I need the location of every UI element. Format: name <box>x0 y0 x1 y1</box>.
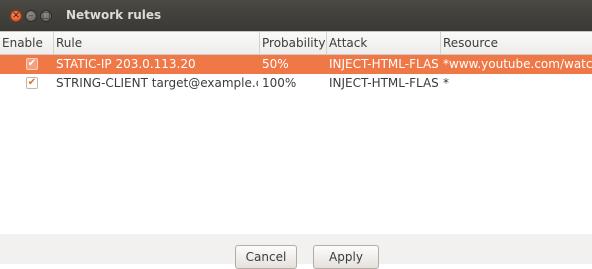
table-row[interactable]: ✔ STATIC-IP 203.0.113.20 50% INJECT-HTML… <box>0 55 592 74</box>
probability-cell: 50% <box>262 57 289 71</box>
enable-checkbox[interactable]: ✔ <box>26 77 38 89</box>
button-bar: Cancel Apply <box>0 234 592 269</box>
rules-table: Enable Rule Probability Attack Resource … <box>0 31 592 234</box>
resource-cell: * <box>443 76 449 90</box>
maximize-window-button[interactable]: □ <box>40 10 52 22</box>
rule-cell: STRING-CLIENT target@example.com <box>56 76 258 90</box>
checkmark-icon: ✔ <box>27 77 37 88</box>
column-header-enable[interactable]: Enable <box>0 32 54 54</box>
window-title: Network rules <box>66 8 162 22</box>
close-window-button[interactable]: ✕ <box>10 10 22 22</box>
attack-cell: INJECT-HTML-FLASH <box>329 76 439 90</box>
close-icon: ✕ <box>12 11 20 21</box>
apply-button[interactable]: Apply <box>313 245 379 269</box>
table-row[interactable]: ✔ STRING-CLIENT target@example.com 100% … <box>0 74 592 93</box>
resource-cell: *www.youtube.com/watch* <box>443 57 592 71</box>
checkmark-icon: ✔ <box>27 58 37 69</box>
column-header-probability[interactable]: Probability <box>260 32 327 54</box>
column-header-attack[interactable]: Attack <box>327 32 441 54</box>
attack-cell: INJECT-HTML-FLASH <box>329 57 439 71</box>
minimize-icon: – <box>28 11 34 21</box>
column-header-resource[interactable]: Resource <box>441 32 592 54</box>
rule-cell: STATIC-IP 203.0.113.20 <box>56 57 196 71</box>
network-rules-window: ✕ – □ Network rules Enable Rule Probabil… <box>0 0 592 269</box>
minimize-window-button[interactable]: – <box>25 10 37 22</box>
enable-checkbox[interactable]: ✔ <box>26 58 38 70</box>
maximize-icon: □ <box>41 11 51 21</box>
table-header: Enable Rule Probability Attack Resource <box>0 32 592 55</box>
title-bar[interactable]: ✕ – □ Network rules <box>0 0 592 31</box>
column-header-rule[interactable]: Rule <box>54 32 260 54</box>
probability-cell: 100% <box>262 76 297 90</box>
cancel-button[interactable]: Cancel <box>235 245 297 269</box>
